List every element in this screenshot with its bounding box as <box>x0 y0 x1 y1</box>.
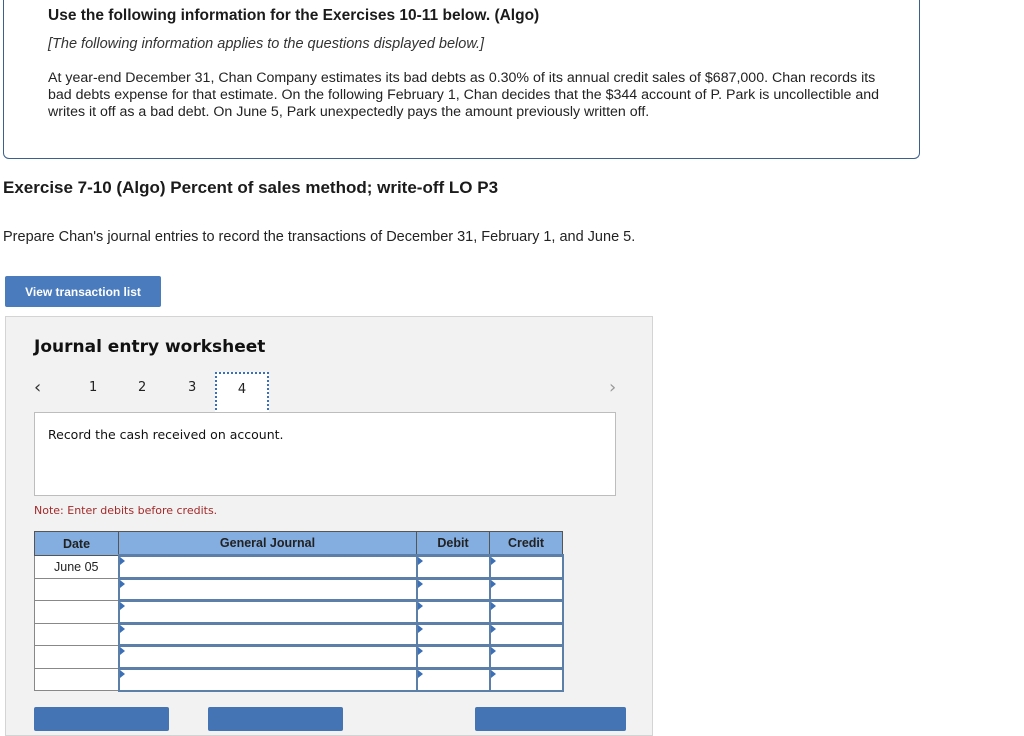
header-date: Date <box>34 531 119 556</box>
credit-input[interactable] <box>488 576 564 602</box>
view-general-journal-button[interactable] <box>475 707 626 731</box>
account-input[interactable] <box>117 666 418 692</box>
credit-input[interactable] <box>488 644 564 669</box>
chevron-right-icon[interactable]: › <box>609 377 616 398</box>
debit-input[interactable] <box>415 554 491 579</box>
chevron-left-icon[interactable]: ‹ <box>34 377 41 398</box>
tab-3[interactable]: 3 <box>188 380 196 395</box>
exercise-title: Exercise 7-10 (Algo) Percent of sales me… <box>3 178 499 197</box>
debit-input[interactable] <box>415 644 491 669</box>
tab-4-active[interactable]: 4 <box>215 372 269 414</box>
table-row: June 05 <box>34 554 564 579</box>
header-general-journal: General Journal <box>118 531 417 556</box>
tab-1[interactable]: 1 <box>89 380 97 395</box>
journal-entry-worksheet: Journal entry worksheet ‹ 1 2 3 4 › Reco… <box>5 316 653 736</box>
table-row <box>34 599 564 624</box>
header-debit: Debit <box>416 531 490 556</box>
credit-input[interactable] <box>488 666 564 692</box>
entry-description: Record the cash received on account. <box>48 427 284 442</box>
account-input[interactable] <box>117 599 418 624</box>
table-header-row: Date General Journal Debit Credit <box>34 531 563 556</box>
required-information-box: Required information Use the following i… <box>3 0 920 159</box>
table-row <box>34 666 564 692</box>
debit-input[interactable] <box>415 621 491 647</box>
credit-input[interactable] <box>488 621 564 647</box>
date-cell: June 05 <box>34 555 119 579</box>
date-cell <box>34 645 119 669</box>
date-cell <box>34 667 119 691</box>
debit-input[interactable] <box>415 599 491 624</box>
info-title: Use the following information for the Ex… <box>48 7 540 24</box>
account-input[interactable] <box>117 621 418 647</box>
account-input[interactable] <box>117 644 418 669</box>
header-credit: Credit <box>489 531 563 556</box>
general-journal-table: Date General Journal Debit Credit June 0… <box>34 531 564 692</box>
record-entry-button[interactable] <box>34 707 169 731</box>
note-text: Note: Enter debits before credits. <box>34 504 218 517</box>
entry-description-box: Record the cash received on account. <box>34 412 616 496</box>
view-transaction-list-button[interactable]: View transaction list <box>5 276 161 307</box>
info-subtitle: [The following information applies to th… <box>48 36 485 52</box>
date-cell <box>34 600 119 624</box>
clear-entry-button[interactable] <box>208 707 343 731</box>
account-input[interactable] <box>117 576 418 602</box>
exercise-prompt: Prepare Chan's journal entries to record… <box>3 229 636 245</box>
date-cell <box>34 577 119 601</box>
credit-input[interactable] <box>488 599 564 624</box>
worksheet-title: Journal entry worksheet <box>34 337 266 357</box>
debit-input[interactable] <box>415 576 491 602</box>
account-input[interactable] <box>117 554 418 579</box>
tab-4-label: 4 <box>237 382 247 397</box>
tab-2[interactable]: 2 <box>138 380 146 395</box>
info-body: At year-end December 31, Chan Company es… <box>48 70 880 120</box>
debit-input[interactable] <box>415 666 491 692</box>
table-row <box>34 621 564 647</box>
date-cell <box>34 622 119 646</box>
table-row <box>34 644 564 669</box>
credit-input[interactable] <box>488 554 564 579</box>
table-row <box>34 576 564 602</box>
